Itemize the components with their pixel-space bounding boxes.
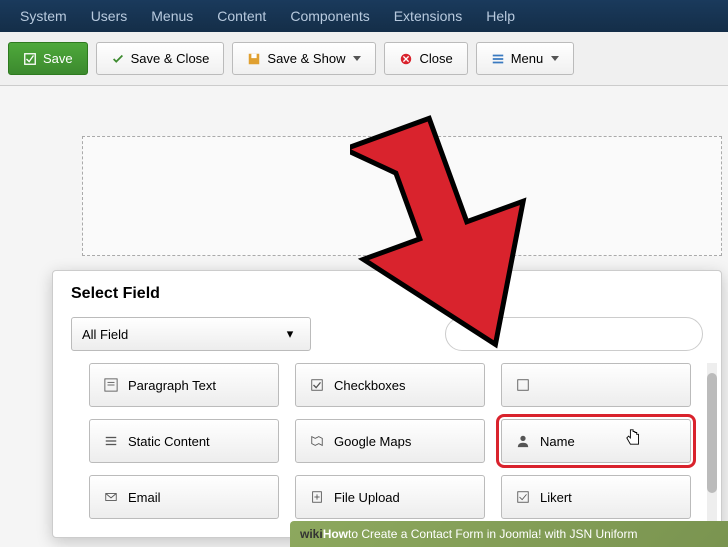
field-label: File Upload [334,490,400,505]
field-static-content[interactable]: Static Content [89,419,279,463]
field-label: Google Maps [334,434,411,449]
brand-how: How [323,527,348,541]
nav-system[interactable]: System [8,8,79,24]
brand-wiki: wiki [300,527,323,541]
nav-components[interactable]: Components [278,8,381,24]
paragraph-icon [104,378,118,392]
field-filter-dropdown[interactable]: All Field ▾ [71,317,311,351]
menu-button[interactable]: Menu [476,42,575,75]
select-field-modal: Select Field All Field ▾ Paragraph Text … [52,270,722,538]
map-icon [310,434,324,448]
nav-menus[interactable]: Menus [139,8,205,24]
close-icon [399,52,413,66]
save-label: Save [43,51,73,66]
toolbar: Save Save & Close Save & Show Close Menu [0,32,728,86]
likert-icon [516,490,530,504]
person-icon [516,434,530,448]
save-button[interactable]: Save [8,42,88,75]
save-show-button[interactable]: Save & Show [232,42,376,75]
field-grid: Paragraph Text Checkboxes Static Content… [71,363,703,519]
field-label: Static Content [128,434,210,449]
field-file-upload[interactable]: File Upload [295,475,485,519]
modal-filter-row: All Field ▾ [71,317,703,351]
nav-users[interactable]: Users [79,8,140,24]
main-area [0,86,728,256]
nav-help[interactable]: Help [474,8,527,24]
cursor-hand-icon [625,428,643,446]
menu-label: Menu [511,51,544,66]
save-show-label: Save & Show [267,51,345,66]
field-email[interactable]: Email [89,475,279,519]
caret-down-icon [353,56,361,61]
file-plus-icon [310,490,324,504]
save-close-label: Save & Close [131,51,210,66]
footer-attribution: wikiHow to Create a Contact Form in Joom… [290,521,728,547]
scrollbar-thumb[interactable] [707,373,717,493]
square-icon [516,378,530,392]
nav-extensions[interactable]: Extensions [382,8,474,24]
close-label: Close [419,51,452,66]
field-likert[interactable]: Likert [501,475,691,519]
field-name[interactable]: Name [501,419,691,463]
field-google-maps[interactable]: Google Maps [295,419,485,463]
save-close-button[interactable]: Save & Close [96,42,225,75]
top-nav: System Users Menus Content Components Ex… [0,0,728,32]
menu-icon [491,52,505,66]
field-hidden[interactable] [501,363,691,407]
close-button[interactable]: Close [384,42,467,75]
footer-text: to Create a Contact Form in Joomla! with… [348,527,637,541]
check-icon [111,52,125,66]
field-label: Checkboxes [334,378,406,393]
lines-icon [104,434,118,448]
modal-title: Select Field [71,285,703,303]
checkbox-icon [310,378,324,392]
field-filter-label: All Field [82,327,128,342]
field-paragraph-text[interactable]: Paragraph Text [89,363,279,407]
form-drop-area[interactable] [82,136,722,256]
field-search-input[interactable] [445,317,703,351]
caret-down-icon [551,56,559,61]
chevron-down-icon: ▾ [280,326,300,342]
nav-content[interactable]: Content [205,8,278,24]
disk-icon [247,52,261,66]
field-label: Likert [540,490,572,505]
save-icon [23,52,37,66]
envelope-icon [104,490,118,504]
scrollbar[interactable] [707,363,717,523]
field-checkboxes[interactable]: Checkboxes [295,363,485,407]
field-label: Paragraph Text [128,378,216,393]
field-label: Email [128,490,161,505]
field-label: Name [540,434,575,449]
